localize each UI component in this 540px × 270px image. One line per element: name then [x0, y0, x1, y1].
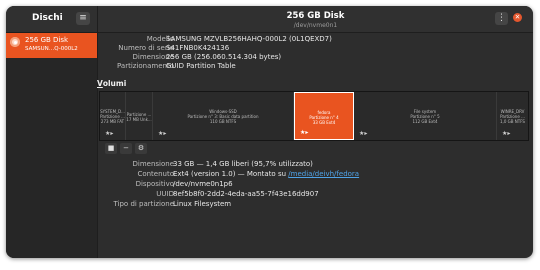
sidebar-item-disk[interactable]: 256 GB Disk SAMSUN…Q-000L2 [6, 33, 97, 58]
window-title: 256 GB Disk [286, 11, 345, 21]
minus-icon[interactable]: − [120, 143, 132, 154]
info-value: 256 GB (256.060.514.304 bytes) [166, 53, 282, 61]
info-value: GUID Partition Table [166, 62, 236, 70]
volumes-heading-text: olumi [102, 79, 127, 88]
main-headerbar: 256 GB Disk /dev/nvme0n1 ⋮ ✕ [98, 6, 533, 33]
disk-name: 256 GB Disk [25, 36, 69, 44]
star-icon: ★▸ [158, 130, 167, 137]
volumes-heading: Volumi [97, 79, 126, 88]
app-title: Dischi [32, 13, 63, 23]
partition-block[interactable]: Windows-SSD Partizione n° 3: Basic data … [153, 92, 294, 140]
info-value: S41FNB0K424136 [166, 44, 230, 52]
window-subtitle: /dev/nvme0n1 [293, 21, 338, 29]
partition-block[interactable]: File system Partizione n° 5 112 GB Ext4 … [354, 92, 497, 140]
info-label: Dimensione [132, 160, 174, 168]
disk-model: SAMSUN…Q-000L2 [25, 46, 78, 52]
info-value: Ext4 (version 1.0) — Montato su /media/d… [173, 170, 359, 179]
info-label: Contenuto [137, 170, 174, 178]
info-label: Dispositivo [135, 180, 174, 188]
partition-block-selected[interactable]: fedora Partizione n° 4 33 GB Ext4 ★▸ [294, 92, 354, 140]
star-icon: ★▸ [105, 130, 114, 137]
star-icon: ★▸ [300, 129, 309, 136]
sidebar: 256 GB Disk SAMSUN…Q-000L2 [6, 33, 97, 258]
hamburger-icon[interactable]: ≡ [76, 12, 90, 25]
info-value: Linux Filesystem [173, 200, 232, 208]
partition-line: 112 GB Ext4 [412, 119, 438, 124]
partition-line: 17 MB Unk... [126, 117, 152, 122]
star-icon: ★▸ [359, 130, 368, 137]
info-value: /dev/nvme0n1p6 [173, 180, 233, 188]
info-label: Tipo di partizione [113, 200, 174, 208]
mount-point-link[interactable]: /media/deivh/fedora [288, 170, 359, 178]
partition-line: 33 GB Ext4 [312, 120, 336, 125]
volumes-bar: SYSTEM_D... Partizione ... 273 MB FAT ★▸… [99, 91, 529, 141]
kebab-icon[interactable]: ⋮ [495, 12, 508, 25]
star-icon: ★▸ [502, 130, 511, 137]
partition-block[interactable]: WINRE_DRV Partizione ... 1,0 GB NTFS ★▸ [497, 92, 528, 140]
info-value: 8ef5b8f0-2dd2-4eda-aa55-7f43e16dd907 [173, 190, 319, 198]
partition-line: 273 MB FAT [100, 119, 125, 124]
stop-icon[interactable]: ■ [105, 143, 117, 154]
info-value: SAMSUNG MZVLB256HAHQ-000L2 (0L1QEXD7) [166, 35, 332, 43]
sidebar-headerbar: Dischi ≡ [6, 6, 97, 33]
contents-text: Ext4 (version 1.0) — Montato su [173, 170, 289, 178]
partition-block[interactable]: SYSTEM_D... Partizione ... 273 MB FAT ★▸ [100, 92, 126, 140]
info-label: UUID [156, 190, 174, 198]
partition-block[interactable]: Partizione ... 17 MB Unk... [126, 92, 153, 140]
disk-icon [10, 37, 20, 47]
partition-line: 110 GB NTFS [209, 119, 237, 124]
gear-icon[interactable]: ⚙ [135, 143, 147, 154]
close-icon[interactable]: ✕ [513, 13, 522, 22]
partition-line: 1,0 GB NTFS [500, 119, 525, 124]
pane-separator [97, 6, 98, 258]
info-value: 33 GB — 1,4 GB liberi (95,7% utilizzato) [173, 160, 313, 168]
